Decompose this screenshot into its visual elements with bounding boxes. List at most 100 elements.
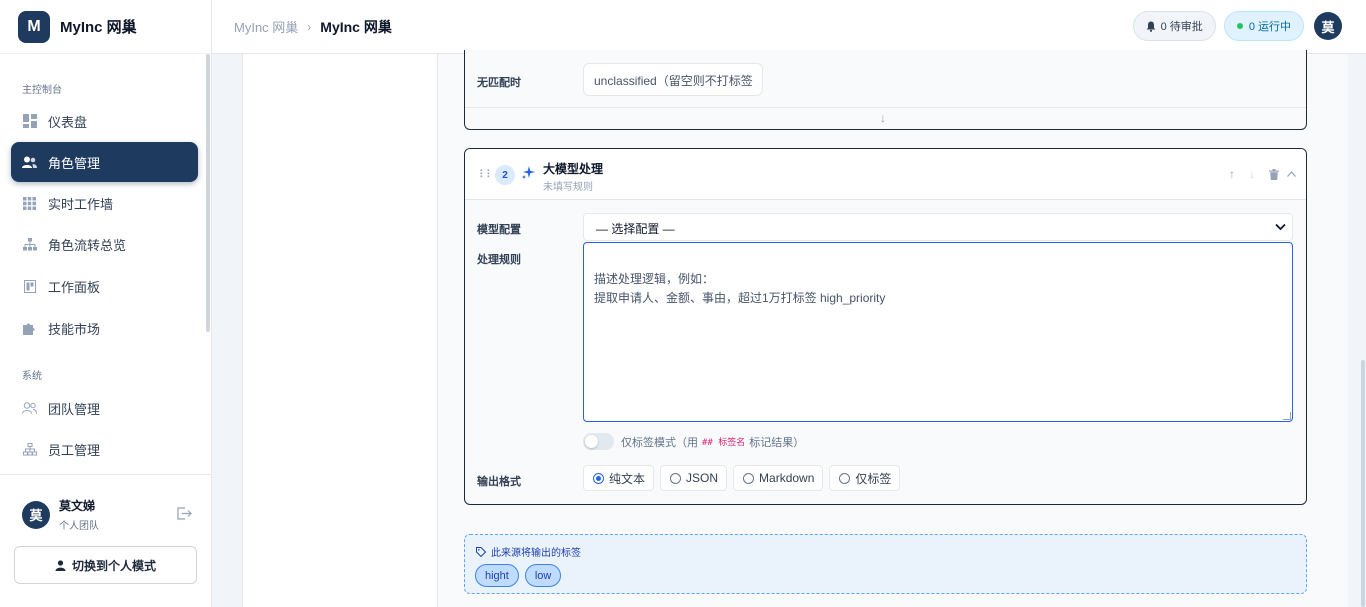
- sidebar-item-label: 角色流转总览: [48, 237, 127, 253]
- output-option-markdown[interactable]: Markdown: [733, 465, 824, 491]
- option-label: JSON: [686, 471, 719, 485]
- section-main-label: 主控制台: [22, 85, 62, 96]
- model-config-select[interactable]: — 选择配置 —: [583, 213, 1293, 241]
- dashboard-icon: [22, 114, 37, 129]
- avatar: 莫: [22, 500, 50, 529]
- team-icon: [22, 401, 37, 416]
- running-dot-icon: [1236, 23, 1243, 29]
- tag-only-suffix: 标记结果）: [749, 436, 805, 449]
- sidebar-item-live-wall[interactable]: 实时工作墙: [11, 183, 198, 223]
- divider: [465, 107, 1306, 108]
- step-card-header[interactable]: ⠇⠇ 2 大模型处理 未填写规则 ↑ ↓: [465, 149, 1306, 200]
- output-option-tags-only[interactable]: 仅标签: [829, 465, 901, 491]
- arrow-down-icon: ↓: [880, 111, 886, 125]
- sidebar-item-work-panel[interactable]: 工作面板: [11, 266, 198, 306]
- scrollbar-thumb[interactable]: [1361, 360, 1365, 607]
- step-number: 2: [495, 165, 515, 185]
- option-label: Markdown: [759, 471, 815, 485]
- rule-placeholder: 描述处理逻辑，例如： 提取申请人、金额、事由，超过1万打标签 high_prio…: [594, 272, 886, 305]
- output-tags-title: 此来源将输出的标签: [476, 544, 581, 559]
- pending-approval-badge[interactable]: 0 待审批: [1132, 11, 1216, 41]
- tag-list: hight low: [475, 564, 567, 587]
- brand-name: MyInc 网巢: [60, 19, 137, 36]
- rule-label: 处理规则: [477, 254, 521, 266]
- radio-icon: [743, 472, 755, 484]
- step-title: 大模型处理: [543, 162, 604, 176]
- tag-chip[interactable]: hight: [475, 564, 519, 587]
- main-scrollbar[interactable]: [1360, 54, 1366, 607]
- tag-only-prefix: 仅标签模式（用: [621, 436, 698, 449]
- brand[interactable]: M MyInc 网巢: [0, 0, 211, 54]
- top-bar: MyInc 网巢 › MyInc 网巢 0 待审批 0 运行中 莫: [212, 0, 1366, 54]
- collapse-icon[interactable]: [1287, 171, 1296, 177]
- sidebar: M MyInc 网巢 主控制台 仪表盘 角色管理 实时工作墙 角色流转总览 工作…: [0, 0, 212, 607]
- output-tags-title-text: 此来源将输出的标签: [491, 548, 581, 559]
- move-down-icon[interactable]: ↓: [1249, 167, 1255, 181]
- sidebar-item-label: 仪表盘: [48, 114, 88, 130]
- section-system-label: 系统: [22, 371, 42, 382]
- board-icon: [22, 279, 37, 294]
- breadcrumb-root[interactable]: MyInc 网巢: [234, 17, 298, 36]
- header-avatar[interactable]: 莫: [1314, 12, 1342, 40]
- sidebar-item-skill-market[interactable]: 技能市场: [11, 308, 198, 348]
- logout-icon[interactable]: [177, 506, 192, 523]
- sidebar-item-label: 工作面板: [48, 279, 101, 295]
- switch-personal-mode-label: 切换到个人模式: [71, 558, 156, 573]
- fallback-input[interactable]: unclassified（留空则不打标签: [583, 63, 763, 96]
- resize-handle-icon[interactable]: [1283, 412, 1291, 420]
- sparkle-icon: [522, 166, 535, 182]
- output-format-label: 输出格式: [477, 476, 521, 488]
- tag-icon: [476, 546, 486, 557]
- sidebar-item-staff[interactable]: 员工管理: [11, 429, 198, 469]
- chevron-down-icon: [1275, 223, 1286, 231]
- output-tags-box: 此来源将输出的标签 hight low: [464, 534, 1307, 594]
- pending-label: 0 待审批: [1160, 21, 1203, 33]
- sidebar-item-label: 团队管理: [48, 401, 101, 417]
- radio-icon: [839, 472, 851, 484]
- sidebar-item-label: 技能市场: [48, 321, 101, 337]
- step-card-classify: 无匹配时 unclassified（留空则不打标签 ↓: [464, 50, 1307, 130]
- option-label: 仅标签: [855, 471, 892, 486]
- user-name: 莫文娣: [59, 499, 96, 513]
- sidebar-item-label: 实时工作墙: [48, 196, 114, 212]
- rule-textarea[interactable]: 描述处理逻辑，例如： 提取申请人、金额、事由，超过1万打标签 high_prio…: [583, 242, 1293, 422]
- person-icon: [55, 559, 66, 571]
- sidebar-item-team[interactable]: 团队管理: [11, 388, 198, 428]
- fallback-label: 无匹配时: [477, 77, 521, 89]
- sidebar-item-dashboard[interactable]: 仪表盘: [11, 101, 198, 141]
- bell-icon: [1146, 21, 1156, 32]
- sidebar-footer: 莫 莫文娣 个人团队 切换到个人模式: [0, 474, 212, 607]
- output-option-json[interactable]: JSON: [660, 465, 728, 491]
- step-subtitle: 未填写规则: [543, 182, 593, 193]
- tag-chip[interactable]: low: [524, 564, 562, 587]
- tag-only-toggle[interactable]: [583, 433, 614, 450]
- users-icon: [22, 155, 37, 170]
- user-team: 个人团队: [59, 521, 99, 532]
- step-card-llm: ⠇⠇ 2 大模型处理 未填写规则 ↑ ↓ 模型配置 — 选择配置 — 处理规则 …: [464, 148, 1307, 505]
- move-up-icon[interactable]: ↑: [1229, 167, 1235, 181]
- tag-only-toggle-row: 仅标签模式（用 ## 标签名 标记结果）: [583, 433, 804, 450]
- breadcrumb-separator-icon: ›: [307, 19, 312, 34]
- output-option-plain-text[interactable]: 纯文本: [583, 465, 655, 491]
- grid-icon: [22, 196, 37, 211]
- model-config-value: — 选择配置 —: [596, 222, 675, 236]
- user-card[interactable]: 莫 莫文娣 个人团队: [22, 497, 192, 532]
- output-format-group: 纯文本 JSON Markdown 仅标签: [583, 465, 906, 491]
- sidebar-item-label: 员工管理: [48, 442, 101, 458]
- sidebar-item-role-flow[interactable]: 角色流转总览: [11, 224, 198, 264]
- puzzle-icon: [22, 321, 37, 336]
- flow-icon: [22, 237, 37, 252]
- drag-handle-icon[interactable]: ⠇⠇: [479, 168, 494, 181]
- sidebar-nav: 主控制台 仪表盘 角色管理 实时工作墙 角色流转总览 工作面板 技能市场 系统 …: [0, 54, 212, 474]
- tag-syntax-code: ## 标签名: [702, 438, 746, 448]
- trash-icon[interactable]: [1269, 168, 1279, 180]
- switch-personal-mode-button[interactable]: 切换到个人模式: [14, 546, 197, 584]
- sidebar-item-roles[interactable]: 角色管理: [11, 142, 198, 182]
- model-config-label: 模型配置: [477, 224, 521, 236]
- source-list-panel: [242, 54, 438, 607]
- org-icon: [22, 442, 37, 457]
- running-badge[interactable]: 0 运行中: [1223, 11, 1304, 41]
- option-label: 纯文本: [609, 471, 646, 486]
- brand-logo: M: [18, 10, 50, 43]
- main-area: 无匹配时 unclassified（留空则不打标签 ↓ ⠇⠇ 2 大模型处理 未…: [212, 50, 1366, 607]
